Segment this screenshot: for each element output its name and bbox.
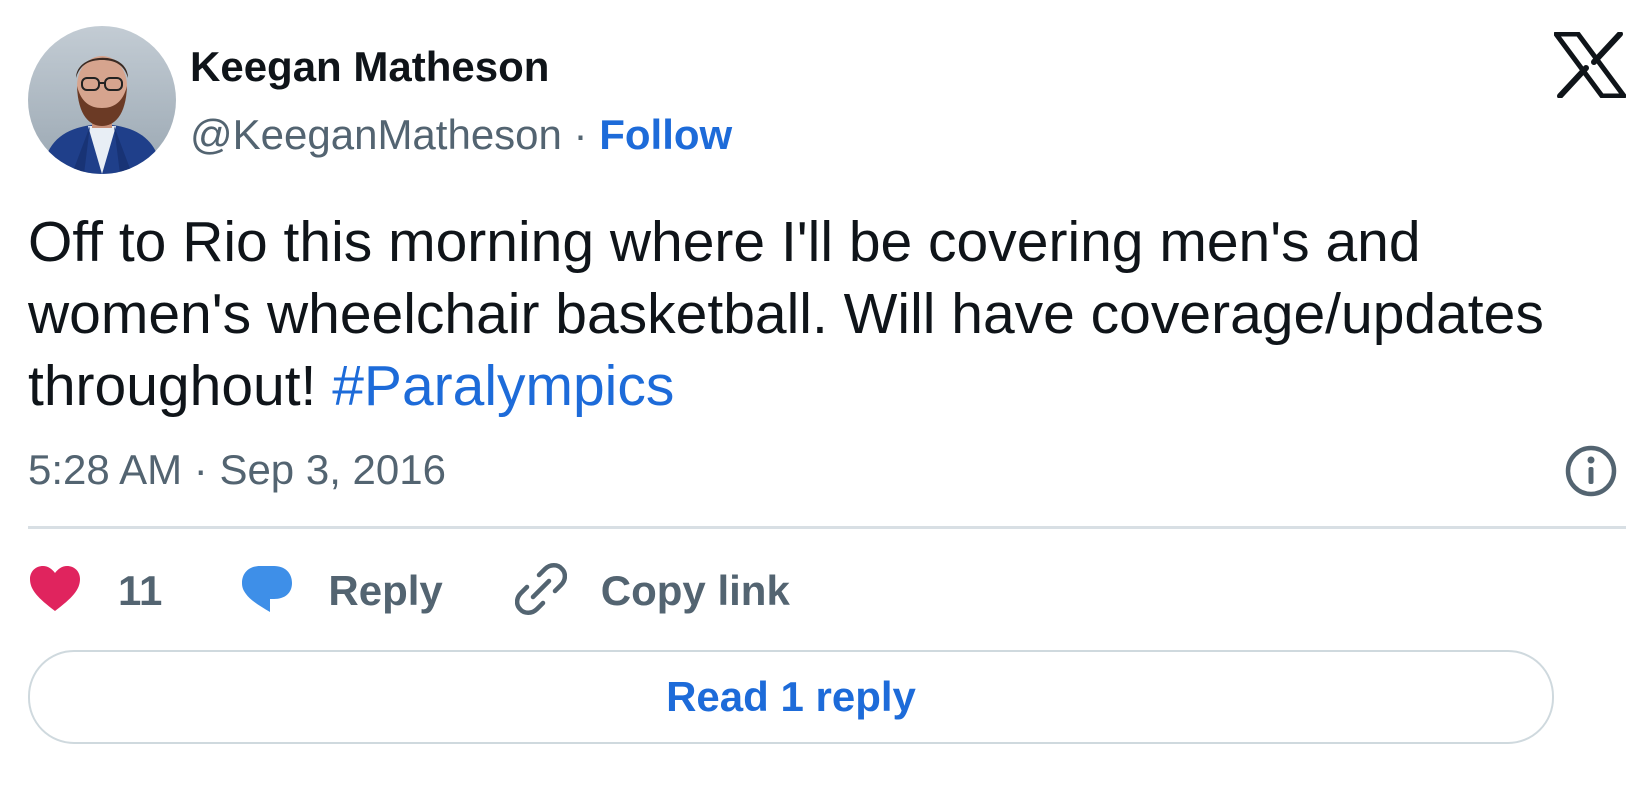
avatar[interactable] bbox=[28, 26, 176, 174]
tweet-time[interactable]: 5:28 AM bbox=[28, 446, 182, 493]
speech-bubble-icon bbox=[240, 564, 294, 619]
heart-icon bbox=[28, 565, 82, 618]
like-button[interactable]: 11 bbox=[28, 565, 162, 618]
reply-label: Reply bbox=[328, 567, 443, 614]
tweet-date[interactable]: Sep 3, 2016 bbox=[219, 446, 446, 493]
handle-separator: · bbox=[561, 111, 600, 158]
tweet-body: Off to Rio this morning where I'll be co… bbox=[28, 210, 1544, 418]
divider bbox=[28, 526, 1626, 529]
x-logo-icon[interactable] bbox=[1553, 31, 1627, 99]
like-count: 11 bbox=[118, 567, 163, 614]
follow-button[interactable]: Follow bbox=[599, 111, 732, 158]
reply-button[interactable]: Reply bbox=[240, 564, 443, 619]
info-icon[interactable] bbox=[1564, 444, 1618, 498]
author-name[interactable]: Keegan Matheson bbox=[190, 42, 549, 92]
author-handle-line: @KeeganMatheson · Follow bbox=[190, 110, 732, 160]
tweet-card: Keegan Matheson @KeeganMatheson · Follow… bbox=[28, 26, 1627, 786]
timestamp[interactable]: 5:28 AM · Sep 3, 2016 bbox=[28, 444, 446, 496]
timestamp-separator: · bbox=[182, 446, 220, 493]
copy-link-label: Copy link bbox=[600, 567, 790, 614]
hashtag-link[interactable]: #Paralympics bbox=[332, 354, 674, 418]
action-bar: 11 Reply Copy link bbox=[28, 556, 790, 626]
tweet-text: Off to Rio this morning where I'll be co… bbox=[28, 206, 1588, 422]
link-icon bbox=[514, 562, 567, 620]
copy-link-button[interactable]: Copy link bbox=[514, 562, 790, 620]
author-handle[interactable]: @KeeganMatheson bbox=[190, 111, 562, 158]
read-replies-button[interactable]: Read 1 reply bbox=[28, 650, 1554, 744]
